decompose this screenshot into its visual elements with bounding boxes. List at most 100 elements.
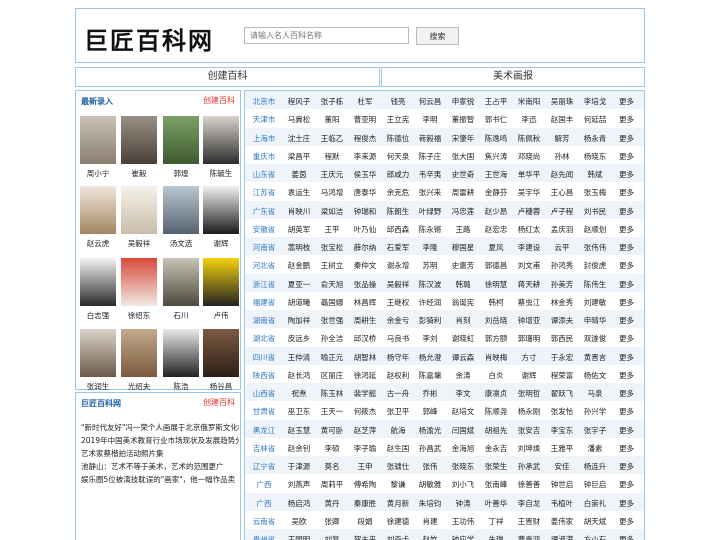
artist-name-link[interactable]: 叶善华 [481,498,511,509]
artist-name-link[interactable]: 余涛 [448,370,478,381]
artist-name-link[interactable]: 钟世启 [547,479,577,490]
region-link[interactable]: 广西 [249,479,279,490]
person-card[interactable]: 光绍夫 [119,329,159,391]
news-item[interactable]: 娱乐圈5位被演技耽误的"画家"，他一幅作品卖 [81,473,239,486]
artist-name-link[interactable]: 陈顺尧 [481,406,511,417]
artist-name-link[interactable]: 肖刻 [448,315,478,326]
artist-name-link[interactable]: 孙承武 [514,461,544,472]
artist-name-link[interactable]: 赵宏忠 [481,224,511,235]
artist-name-link[interactable]: 杨晓东 [580,151,610,162]
artist-name-link[interactable]: 张品操 [350,279,380,290]
artist-name-link[interactable]: 王树立 [317,260,347,271]
artist-name-link[interactable]: 李来源 [350,151,380,162]
artist-name-link[interactable]: 周莉平 [317,479,347,490]
artist-name-link[interactable]: 韩斌 [580,169,610,180]
person-card[interactable]: 吴毅祥 [119,186,159,248]
artist-name-link[interactable]: 赵培文 [448,406,478,417]
artist-name-link[interactable]: 黄晋言 [580,352,610,363]
artist-name-link[interactable]: 何云昌 [415,96,445,107]
artist-name-link[interactable]: 夏亚一 [284,279,314,290]
artist-name-link[interactable]: 杨守年 [383,352,413,363]
artist-name-link[interactable]: 何筱杰 [350,406,380,417]
artist-name-link[interactable]: 米南阳 [514,96,544,107]
artist-name-link[interactable]: 叶绿野 [415,206,445,217]
artist-name-link[interactable]: 韩璐 [448,279,478,290]
artist-name-link[interactable]: 陶加祥 [284,315,314,326]
artist-name-link[interactable]: 钟巨启 [580,479,610,490]
artist-name-link[interactable]: 王世海 [481,169,511,180]
artist-name-link[interactable]: 张明哲 [514,388,544,399]
artist-name-link[interactable]: 石爱军 [383,242,413,253]
artist-name-link[interactable]: 余克危 [383,187,413,198]
region-link[interactable]: 河南省 [249,242,279,253]
artist-name-link[interactable]: 杜军 [350,96,380,107]
person-card[interactable]: 白志强 [78,258,118,320]
artist-name-link[interactable]: 喻正元 [317,352,347,363]
artist-name-link[interactable]: 黄月新 [383,498,413,509]
artist-name-link[interactable]: 张骕仕 [383,461,413,472]
artist-name-link[interactable]: 何天泉 [383,151,413,162]
artist-name-link[interactable]: 郭珊明 [514,333,544,344]
artist-name-link[interactable]: 李隆 [415,242,445,253]
person-name[interactable]: 崔毅 [119,168,159,179]
artist-name-link[interactable]: 吴宇华 [514,187,544,198]
create-encyclopedia-link[interactable]: 创建百科 [203,95,235,106]
artist-name-link[interactable]: 杨永青 [580,133,610,144]
artist-name-link[interactable]: 苏明 [415,260,445,271]
artist-name-link[interactable]: 刘小飞 [448,479,478,490]
artist-name-link[interactable]: 袁运生 [284,187,314,198]
artist-name-link[interactable]: 王雅平 [547,443,577,454]
artist-name-link[interactable]: 张宝松 [317,242,347,253]
region-link[interactable]: 广东省 [249,206,279,217]
person-card[interactable]: 卢伟 [201,258,241,320]
artist-name-link[interactable]: 聶国娜 [317,297,347,308]
more-link[interactable]: 更多 [619,242,634,253]
region-link[interactable]: 辽宁省 [249,461,279,472]
person-card[interactable]: 赵云虎 [78,186,118,248]
artist-name-link[interactable]: 航海 [383,425,413,436]
artist-name-link[interactable]: 陈嘉墉 [415,370,445,381]
artist-name-link[interactable]: 谢晓虹 [448,333,478,344]
region-link[interactable]: 陕西省 [249,370,279,381]
region-link[interactable]: 浙江省 [249,279,279,290]
person-name[interactable]: 汤文选 [161,238,201,249]
person-name[interactable]: 卢伟 [201,310,241,321]
artist-name-link[interactable]: 史世奇 [448,169,478,180]
artist-name-link[interactable]: 赵顺划 [580,224,610,235]
region-link[interactable]: 吉林省 [249,443,279,454]
artist-name-link[interactable]: 卢穗蓉 [514,206,544,217]
more-link[interactable]: 更多 [619,333,634,344]
artist-name-link[interactable]: 王仲清 [284,352,314,363]
artist-name-link[interactable]: 张世强 [317,315,347,326]
artist-name-link[interactable]: 郭德昌 [481,260,511,271]
news-create-link[interactable]: 创建百科 [203,397,235,408]
artist-name-link[interactable]: 李子瑜 [350,443,380,454]
artist-name-link[interactable]: 徐鸿延 [350,370,380,381]
artist-name-link[interactable]: 钟应学 [448,534,478,540]
artist-name-link[interactable]: 黎谦 [383,479,413,490]
region-link[interactable]: 江苏省 [249,187,279,198]
artist-name-link[interactable]: 李硕 [317,443,347,454]
tab-create-encyclopedia[interactable]: 创建百科 [75,67,380,87]
artist-name-link[interactable]: 胡道曦 [284,297,314,308]
person-photo[interactable] [121,329,157,377]
artist-name-link[interactable]: 李建设 [514,242,544,253]
artist-name-link[interactable]: 刘燕声 [284,479,314,490]
site-logo[interactable]: 巨匠百科网 [84,21,214,56]
artist-name-link[interactable]: 赵国丰 [547,114,577,125]
artist-name-link[interactable]: 张伟 [415,461,445,472]
artist-name-link[interactable]: 孙兴学 [580,406,610,417]
artist-name-link[interactable]: 区丽庄 [317,370,347,381]
artist-name-link[interactable]: 刘岳晓 [481,315,511,326]
artist-name-link[interactable]: 冯忠莲 [448,206,478,217]
region-link[interactable]: 福建省 [249,297,279,308]
artist-name-link[interactable]: 赵少昂 [481,206,511,217]
artist-name-link[interactable]: 郭方颐 [481,333,511,344]
artist-name-link[interactable]: 钟瑞和 [350,206,380,217]
person-card[interactable]: 杨谷昌 [201,329,241,391]
artist-name-link[interactable]: 肖建 [415,516,445,527]
artist-name-link[interactable]: 孙美芳 [547,279,577,290]
more-link[interactable]: 更多 [619,352,634,363]
artist-name-link[interactable]: 王天一 [317,406,347,417]
artist-name-link[interactable]: 刘复 [317,534,347,540]
